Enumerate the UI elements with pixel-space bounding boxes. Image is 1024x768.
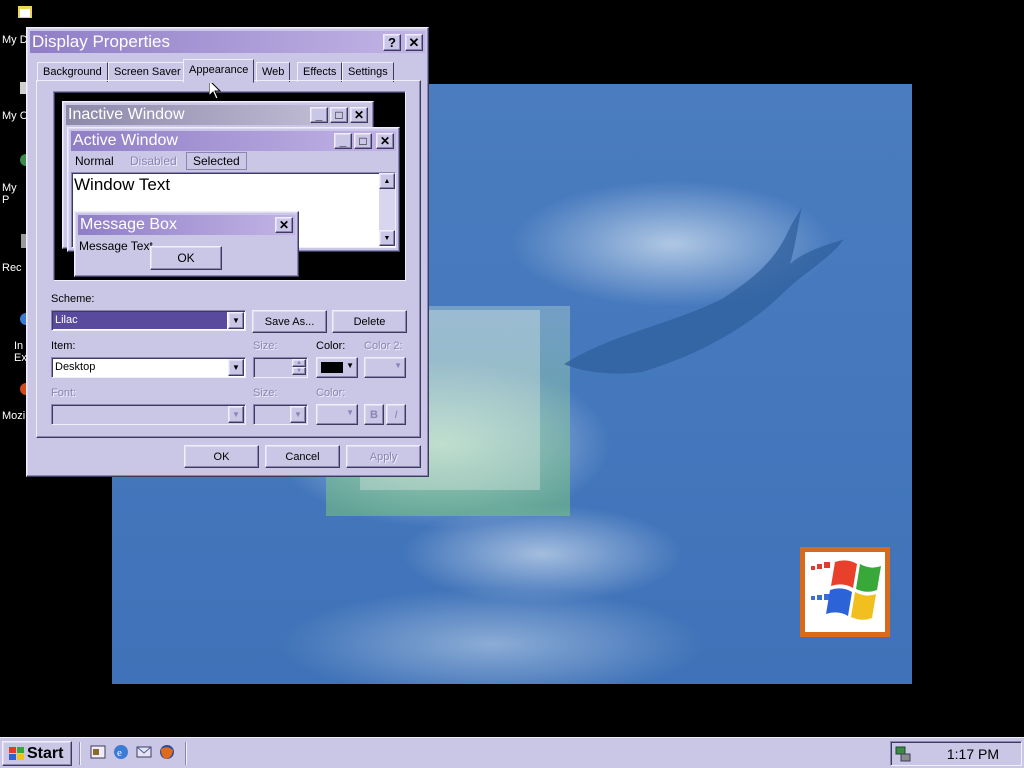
chevron-down-icon[interactable]: ▼ — [228, 312, 244, 329]
minimize-icon: _ — [334, 133, 352, 149]
preview-window-text: Window Text — [74, 175, 171, 194]
item-color2-picker: ▼ — [364, 357, 406, 378]
font-size-label: Size: — [253, 387, 278, 399]
close-button[interactable]: ✕ — [405, 34, 423, 51]
display-properties-dialog: Display Properties ? ✕ Background Screen… — [26, 27, 429, 477]
preview-inactive-title: Inactive Window — [68, 106, 185, 123]
preview-menu-selected: Selected — [186, 152, 247, 170]
system-tray: 1:17 PM — [890, 741, 1022, 766]
apply-button: Apply — [346, 445, 421, 468]
tab-appearance[interactable]: Appearance — [183, 59, 255, 83]
close-icon: ✕ — [275, 217, 293, 233]
chevron-down-icon[interactable]: ▼ — [228, 359, 244, 376]
maximize-icon: □ — [330, 107, 348, 123]
wallpaper-diver-figure — [564, 206, 844, 374]
chevron-down-icon: ▼ — [394, 361, 402, 370]
preview-scrollbar: ▲ ▼ — [379, 173, 395, 246]
spin-up-icon: ▲ — [292, 359, 306, 367]
desktop-icon-label: In Ex — [14, 340, 27, 364]
ok-button[interactable]: OK — [184, 445, 259, 468]
item-label: Item: — [51, 340, 76, 352]
preview-message-text: Message Text — [79, 239, 153, 253]
tab-settings[interactable]: Settings — [342, 62, 394, 82]
dialog-titlebar[interactable]: Display Properties ? ✕ — [30, 31, 425, 53]
tab-background[interactable]: Background — [37, 62, 108, 82]
mouse-cursor-icon — [209, 80, 221, 100]
font-select: ▼ — [51, 404, 246, 425]
dialog-title: Display Properties — [32, 32, 170, 51]
desktop-icon-label: My D — [2, 34, 28, 46]
font-color-picker: ▼ — [316, 404, 358, 425]
preview-message-titlebar: Message Box ✕ — [78, 215, 295, 235]
item-color-label: Color: — [316, 340, 346, 352]
help-button[interactable]: ? — [383, 34, 401, 51]
internet-explorer-icon[interactable]: e — [112, 743, 130, 761]
preview-message-box[interactable]: Message Box ✕ Message Text OK — [74, 211, 299, 277]
taskbar-divider — [79, 742, 81, 765]
item-size-label: Size: — [253, 340, 278, 352]
maximize-icon: □ — [354, 133, 372, 149]
outlook-icon[interactable] — [135, 743, 153, 761]
italic-button: I — [386, 404, 406, 425]
preview-message-title: Message Box — [80, 216, 177, 233]
scroll-up-icon: ▲ — [379, 173, 395, 189]
scheme-value: Lilac — [55, 314, 78, 326]
scheme-select[interactable]: Lilac ▼ — [51, 310, 246, 331]
tab-effects[interactable]: Effects — [297, 62, 343, 82]
desktop-icon-label: Mozil — [2, 410, 28, 422]
start-label: Start — [27, 744, 64, 762]
appearance-tab-panel: Inactive Window _ □ ✕ Active Window _ □ … — [36, 80, 421, 438]
close-icon: ✕ — [350, 107, 368, 123]
chevron-down-icon: ▼ — [228, 406, 244, 423]
taskbar: Start e 1:17 PM — [0, 737, 1024, 768]
clock[interactable]: 1:17 PM — [947, 746, 999, 762]
tab-web[interactable]: Web — [256, 62, 291, 82]
svg-text:e: e — [117, 747, 122, 759]
chevron-down-icon: ▼ — [346, 408, 354, 417]
color-swatch — [321, 362, 343, 373]
spin-down-icon: ▼ — [292, 367, 306, 375]
network-icon[interactable] — [894, 745, 912, 763]
preview-inactive-titlebar: Inactive Window _ □ ✕ — [66, 105, 370, 125]
preview-menu-disabled: Disabled — [130, 154, 177, 168]
firefox-icon[interactable] — [158, 743, 176, 761]
windows-logo-icon — [800, 547, 890, 637]
taskbar-divider — [185, 742, 187, 765]
cancel-button[interactable]: Cancel — [265, 445, 340, 468]
scheme-label: Scheme: — [51, 293, 95, 305]
desktop-icon-label: My C — [2, 110, 28, 122]
close-icon: ✕ — [408, 34, 420, 50]
desktop-icon-label: My P — [2, 182, 17, 206]
tab-screen-saver[interactable]: Screen Saver — [108, 62, 187, 82]
appearance-preview[interactable]: Inactive Window _ □ ✕ Active Window _ □ … — [53, 91, 406, 281]
preview-menu-normal: Normal — [75, 154, 114, 168]
item-color-picker[interactable]: ▼ — [316, 357, 358, 378]
desktop-icon-label: Rec — [2, 262, 22, 274]
minimize-icon: _ — [310, 107, 328, 123]
font-size-select: ▼ — [253, 404, 308, 425]
start-button[interactable]: Start — [2, 741, 72, 766]
item-color2-label: Color 2: — [364, 340, 403, 352]
preview-ok-button: OK — [150, 246, 222, 270]
preview-active-titlebar: Active Window _ □ ✕ — [71, 131, 396, 151]
save-as-button[interactable]: Save As... — [252, 310, 327, 333]
delete-button[interactable]: Delete — [332, 310, 407, 333]
item-size-spinner: ▲ ▼ — [253, 357, 308, 378]
item-select[interactable]: Desktop ▼ — [51, 357, 246, 378]
close-icon: ✕ — [376, 133, 394, 149]
help-icon: ? — [388, 35, 396, 50]
scroll-down-icon: ▼ — [379, 230, 395, 246]
windows-flag-icon — [9, 746, 24, 760]
show-desktop-icon[interactable] — [89, 743, 107, 761]
item-value: Desktop — [55, 361, 96, 373]
preview-active-title: Active Window — [73, 132, 178, 149]
bold-button: B — [364, 404, 384, 425]
chevron-down-icon: ▼ — [346, 361, 354, 370]
font-label: Font: — [51, 387, 77, 399]
chevron-down-icon: ▼ — [290, 406, 306, 423]
font-color-label: Color: — [316, 387, 346, 399]
